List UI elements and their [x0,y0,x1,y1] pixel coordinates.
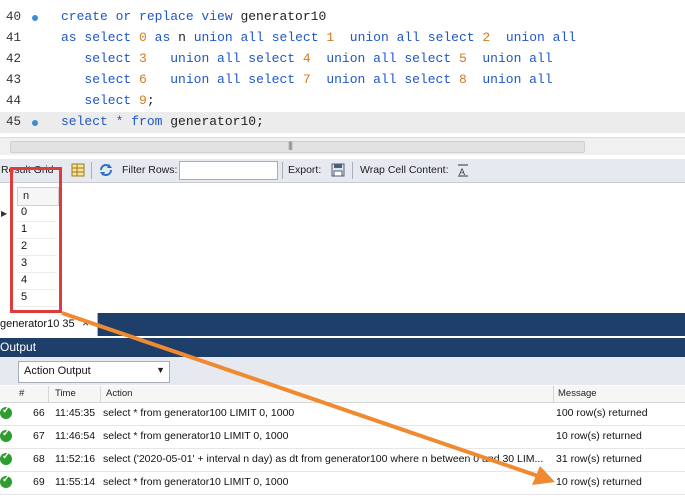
output-toolbar: Action Output ▼ [0,357,685,385]
scrollbar-grip-icon: ||| [288,140,293,150]
editor-horizontal-scrollbar[interactable]: ||| [0,137,685,155]
code-text: select 6 union all select 7 union all se… [84,72,553,87]
toolbar-divider [352,162,353,179]
row-number: 68 [33,453,45,465]
row-number: 66 [33,407,45,419]
success-check-icon [0,428,12,442]
row-message: 100 row(s) returned [556,407,648,419]
sql-editor[interactable]: 40 create or replace view generator10 41… [0,0,685,137]
export-icon[interactable] [330,162,346,178]
code-line-43[interactable]: 43 select 6 union all select 7 union all… [0,70,685,91]
code-text: create or replace view generator10 [61,9,327,24]
row-message: 10 row(s) returned [556,476,642,488]
code-line-45[interactable]: 45 select * from generator10; [0,112,685,133]
statement-marker-icon [32,15,38,21]
line-number: 40 [6,10,22,24]
table-header: # Time Action Message [0,386,685,403]
result-grid[interactable]: ▶ n 0 1 2 3 4 5 [0,183,685,313]
column-header-num[interactable]: # [19,388,24,399]
tab-label: generator10 35 [0,318,75,330]
filter-rows-input[interactable] [179,161,278,180]
code-text: select * from generator10; [61,114,264,129]
row-action: select ('2020-05-01' + interval n day) a… [103,453,544,465]
action-output-table: # Time Action Message 66 11:45:35 select… [0,386,685,504]
export-label: Export: [288,164,322,176]
column-header-message[interactable]: Message [558,388,597,399]
row-time: 11:55:14 [55,476,96,488]
code-text: as select 0 as n union all select 1 unio… [61,30,577,45]
code-line-41[interactable]: 41 as select 0 as n union all select 1 u… [0,28,685,49]
row-time: 11:46:54 [55,430,96,442]
filter-rows-label: Filter Rows: [122,164,178,176]
output-panel-header: Output [0,338,685,357]
tab-generator10[interactable]: generator10 35 × [0,313,98,336]
table-row[interactable]: 66 11:45:35 select * from generator100 L… [0,402,685,426]
line-number: 43 [6,73,22,87]
wrap-cell-content-label: Wrap Cell Content: [360,164,449,176]
code-line-42[interactable]: 42 select 3 union all select 4 union all… [0,49,685,70]
line-number: 45 [6,115,22,129]
wrap-text-icon[interactable]: A [455,162,471,178]
success-check-icon [0,451,12,465]
table-row[interactable]: 69 11:55:14 select * from generator10 LI… [0,471,685,495]
row-time: 11:52:16 [55,453,96,465]
success-check-icon [0,405,12,419]
code-text: select 9; [84,93,155,108]
row-time: 11:45:35 [55,407,96,419]
code-text: select 3 union all select 4 union all se… [84,51,553,66]
code-line-40[interactable]: 40 create or replace view generator10 [0,7,685,28]
row-number: 67 [33,430,45,442]
refresh-icon[interactable] [98,162,114,178]
toolbar-divider [282,162,283,179]
table-row[interactable]: 68 11:52:16 select ('2020-05-01' + inter… [0,448,685,472]
output-title: Output [0,340,37,354]
highlight-box-annotation [10,167,62,313]
line-number: 41 [6,31,22,45]
grid-view-icon[interactable] [70,162,86,178]
scrollbar-thumb[interactable] [10,141,585,153]
result-tab-bar: generator10 35 × [0,313,685,336]
chevron-down-icon: ▼ [156,365,165,375]
table-row[interactable]: 67 11:46:54 select * from generator10 LI… [0,425,685,449]
statement-marker-icon [32,120,38,126]
success-check-icon [0,474,12,488]
line-number: 42 [6,52,22,66]
row-action: select * from generator100 LIMIT 0, 1000 [103,407,295,419]
column-header-action[interactable]: Action [106,388,132,399]
row-action: select * from generator10 LIMIT 0, 1000 [103,430,289,442]
toolbar-divider [91,162,92,179]
column-header-time[interactable]: Time [55,388,76,399]
current-row-arrow-icon: ▶ [1,209,8,218]
code-line-44[interactable]: 44 select 9; [0,91,685,112]
row-action: select * from generator10 LIMIT 0, 1000 [103,476,289,488]
row-message: 31 row(s) returned [556,453,642,465]
line-number: 44 [6,94,22,108]
row-number: 69 [33,476,45,488]
close-icon[interactable]: × [82,316,89,330]
result-toolbar: Result Grid Filter Rows: Export: Wrap Ce… [0,159,685,183]
row-message: 10 row(s) returned [556,430,642,442]
output-type-select[interactable]: Action Output ▼ [18,361,170,383]
